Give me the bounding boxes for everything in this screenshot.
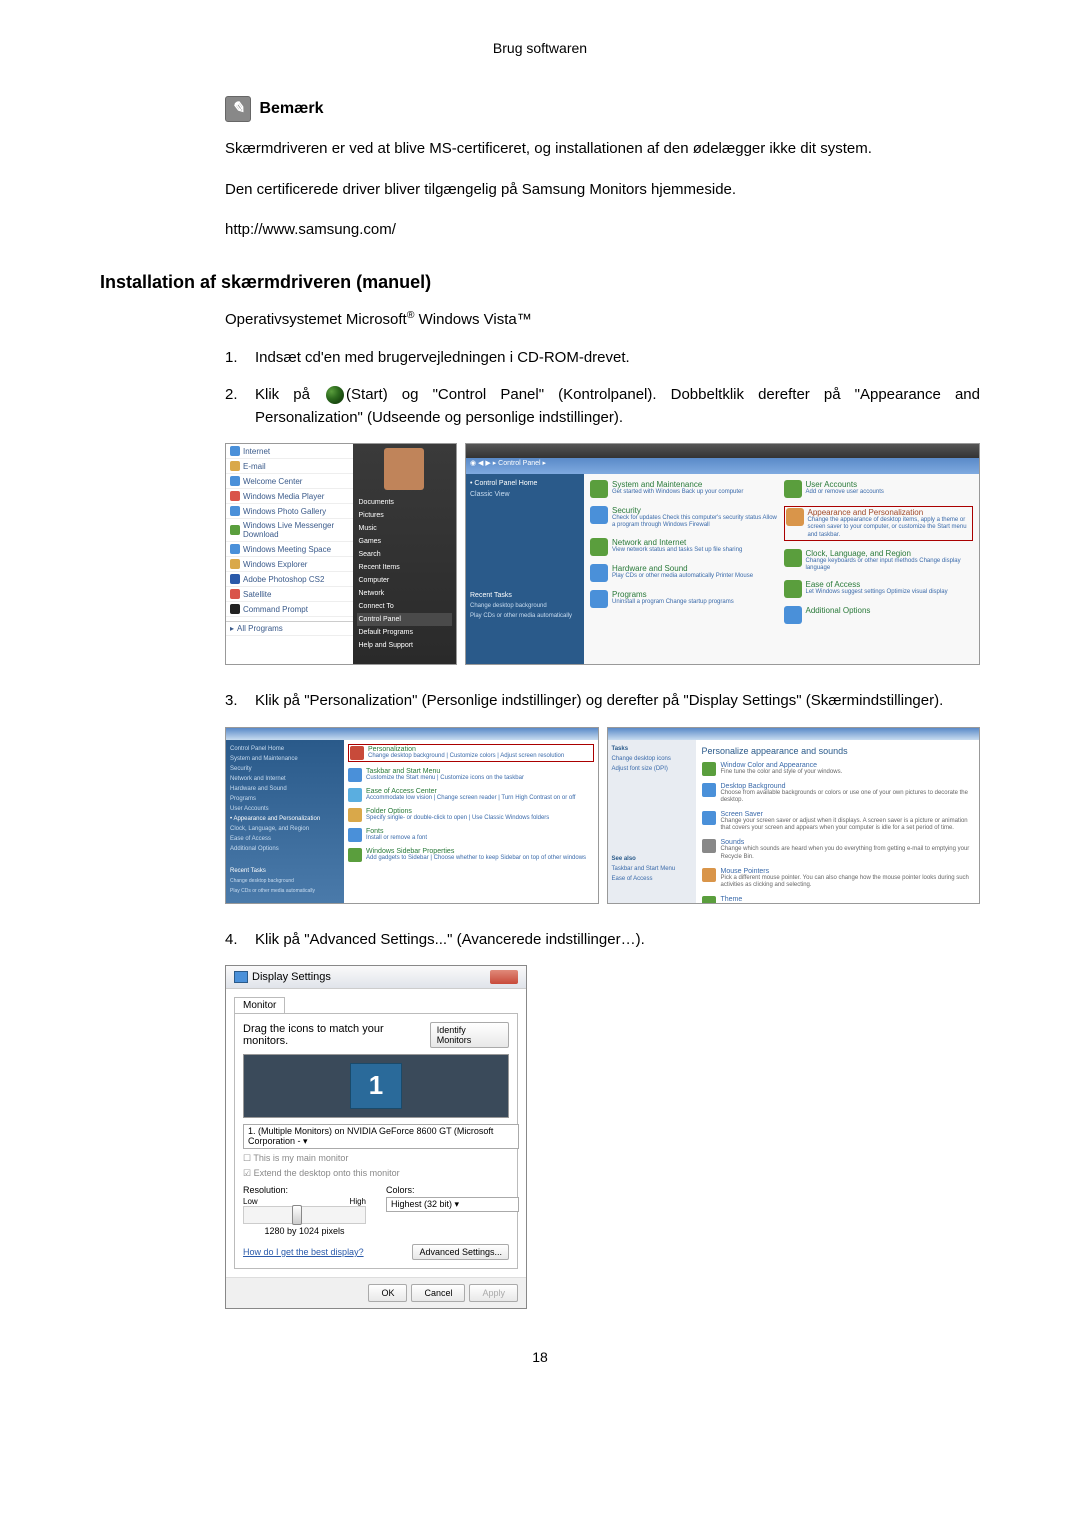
resolution-value: 1280 by 1024 pixels (243, 1226, 366, 1236)
step-2-number: 2. (225, 383, 255, 430)
step-3-text: Klik på "Personalization" (Personlige in… (255, 689, 980, 712)
ok-button[interactable]: OK (368, 1284, 407, 1302)
advanced-settings-button[interactable]: Advanced Settings... (412, 1244, 509, 1260)
appearance-personalization-screenshot: Control Panel Home System and Maintenanc… (225, 727, 599, 904)
step-4-text: Klik på "Advanced Settings..." (Avancere… (255, 928, 980, 951)
note-icon: ✎ (225, 96, 251, 122)
monitor-arrangement-area[interactable]: 1 (243, 1054, 509, 1118)
personalize-screenshot: Tasks Change desktop icons Adjust font s… (607, 727, 981, 904)
note-label: Bemærk (259, 100, 323, 117)
step-3-number: 3. (225, 689, 255, 712)
apply-button[interactable]: Apply (469, 1284, 518, 1302)
close-icon[interactable] (490, 970, 518, 984)
resolution-slider[interactable] (243, 1206, 366, 1224)
display-settings-title: Display Settings (252, 971, 331, 983)
display-settings-screenshot: Display Settings Monitor Drag the icons … (225, 965, 527, 1309)
control-panel-screenshot: ◉ ◀ ▶ ▸ Control Panel ▸ • Control Panel … (465, 443, 980, 665)
page-number: 18 (100, 1349, 980, 1365)
os-line: Operativsystemet Microsoft® Windows Vist… (225, 309, 980, 328)
drag-text: Drag the icons to match your monitors. (243, 1023, 430, 1047)
main-monitor-checkbox: ☐ This is my main monitor (243, 1153, 509, 1164)
monitor-icon (234, 971, 248, 983)
section-heading: Installation af skærmdriveren (manuel) (100, 272, 980, 293)
colors-selector[interactable]: Highest (32 bit) ▾ (386, 1197, 519, 1212)
page-header: Brug softwaren (100, 40, 980, 56)
colors-label: Colors: (386, 1185, 509, 1195)
note-body-1: Skærmdriveren er ved at blive MS-certifi… (225, 138, 980, 161)
monitor-1-box[interactable]: 1 (350, 1063, 402, 1109)
note-body-2: Den certificerede driver bliver tilgænge… (225, 179, 980, 202)
help-link[interactable]: How do I get the best display? (243, 1247, 364, 1257)
step-2-text: Klik på (Start) og "Control Panel" (Kont… (255, 383, 980, 430)
cancel-button[interactable]: Cancel (411, 1284, 465, 1302)
note-url: http://www.samsung.com/ (225, 219, 980, 242)
step-1-number: 1. (225, 346, 255, 369)
start-menu-screenshot: Internet E-mail Welcome Center Windows M… (225, 443, 457, 665)
identify-monitors-button[interactable]: Identify Monitors (430, 1022, 509, 1048)
step-4-number: 4. (225, 928, 255, 951)
start-orb-icon (326, 386, 344, 404)
step-1-text: Indsæt cd'en med brugervejledningen i CD… (255, 346, 980, 369)
monitor-tab[interactable]: Monitor (234, 997, 285, 1013)
extend-desktop-checkbox: ☑ Extend the desktop onto this monitor (243, 1168, 509, 1179)
resolution-label: Resolution: (243, 1185, 366, 1195)
monitor-selector[interactable]: 1. (Multiple Monitors) on NVIDIA GeForce… (243, 1124, 519, 1149)
